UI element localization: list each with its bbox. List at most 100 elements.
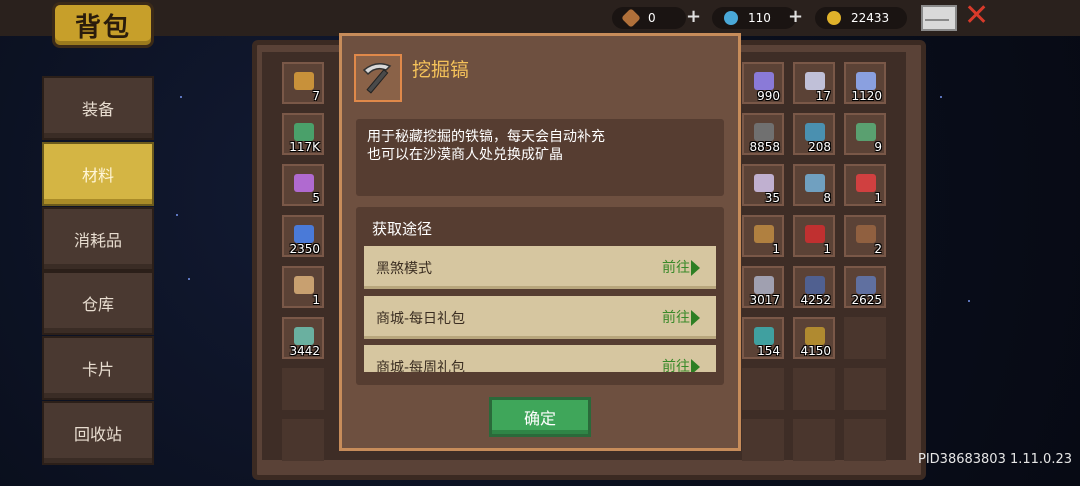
pickaxe-icon bbox=[362, 63, 392, 94]
star bbox=[176, 214, 178, 216]
item-name: 挖掘镐 bbox=[412, 59, 470, 81]
item-icon bbox=[754, 225, 774, 243]
inventory-slot[interactable]: 1 bbox=[844, 164, 886, 206]
item-icon bbox=[294, 276, 314, 294]
inventory-slot-empty[interactable] bbox=[844, 317, 886, 359]
blue-gem-icon bbox=[724, 11, 738, 25]
resource-gold: 22433 bbox=[815, 7, 907, 29]
item-count: 2350 bbox=[289, 242, 320, 256]
item-icon bbox=[805, 276, 825, 294]
arrow-right-icon bbox=[691, 260, 700, 276]
inventory-slot-empty[interactable] bbox=[844, 419, 886, 461]
inventory-slot[interactable]: 3017 bbox=[742, 266, 784, 308]
item-count: 208 bbox=[808, 140, 831, 154]
star bbox=[188, 278, 190, 280]
inventory-slot-empty[interactable] bbox=[793, 368, 835, 410]
item-icon bbox=[805, 123, 825, 141]
inventory-slot[interactable]: 7 bbox=[282, 62, 324, 104]
close-icon[interactable]: ✕ bbox=[964, 1, 989, 31]
sidebar-item-label: 消耗品 bbox=[73, 231, 122, 250]
inventory-slot[interactable]: 154 bbox=[742, 317, 784, 359]
item-icon bbox=[754, 174, 774, 192]
item-icon bbox=[856, 123, 876, 141]
inventory-slot[interactable]: 8 bbox=[793, 164, 835, 206]
item-icon bbox=[856, 72, 876, 90]
inventory-slot[interactable]: 990 bbox=[742, 62, 784, 104]
item-count: 2 bbox=[874, 242, 882, 256]
inventory-slot[interactable]: 9 bbox=[844, 113, 886, 155]
inventory-slot-empty[interactable] bbox=[844, 368, 886, 410]
inventory-slot[interactable]: 208 bbox=[793, 113, 835, 155]
inventory-slot[interactable]: 1120 bbox=[844, 62, 886, 104]
inventory-slot[interactable]: 3442 bbox=[282, 317, 324, 359]
description-line: 也可以在沙漠商人处兑换成矿晶 bbox=[367, 147, 563, 163]
item-icon bbox=[294, 174, 314, 192]
sidebar-item-consumables[interactable]: 消耗品 bbox=[42, 207, 154, 271]
inventory-slot[interactable]: 1 bbox=[742, 215, 784, 257]
item-count: 5 bbox=[312, 191, 320, 205]
way-go-label[interactable]: 前往 bbox=[662, 356, 690, 372]
inventory-slot[interactable]: 1 bbox=[282, 266, 324, 308]
inventory-slot[interactable]: 2350 bbox=[282, 215, 324, 257]
acquire-ways-list[interactable]: 黑煞模式 前往 商城-每日礼包 前往 商城-每周礼包 前往 bbox=[364, 246, 716, 372]
sidebar-item-recycle-bin[interactable]: 回收站 bbox=[42, 401, 154, 465]
item-icon bbox=[856, 174, 876, 192]
inventory-slot[interactable]: 17 bbox=[793, 62, 835, 104]
way-label: 商城-每周礼包 bbox=[376, 360, 466, 372]
item-icon bbox=[805, 72, 825, 90]
item-icon bbox=[294, 123, 314, 141]
leaf-icon bbox=[621, 8, 641, 28]
way-row-weekly-pack[interactable]: 商城-每周礼包 前往 bbox=[364, 345, 716, 372]
inventory-slot[interactable]: 35 bbox=[742, 164, 784, 206]
inventory-slot-empty[interactable] bbox=[793, 419, 835, 461]
page-title-text: 背包 bbox=[74, 12, 131, 43]
item-count: 35 bbox=[764, 191, 780, 205]
inventory-slot[interactable]: 2625 bbox=[844, 266, 886, 308]
add-gem-button[interactable]: + bbox=[788, 6, 803, 27]
item-icon bbox=[856, 276, 876, 294]
item-count: 7 bbox=[312, 89, 320, 103]
inventory-slot[interactable]: 117K bbox=[282, 113, 324, 155]
item-count: 117K bbox=[289, 140, 320, 154]
item-count: 154 bbox=[757, 344, 780, 358]
item-icon bbox=[754, 276, 774, 294]
item-count: 8 bbox=[823, 191, 831, 205]
sidebar-item-label: 材料 bbox=[81, 166, 114, 185]
item-count: 2625 bbox=[851, 293, 882, 307]
sidebar-item-materials[interactable]: 材料 bbox=[42, 142, 154, 206]
inventory-slot[interactable]: 5 bbox=[282, 164, 324, 206]
inventory-slot-empty[interactable] bbox=[282, 368, 324, 410]
inventory-slot[interactable]: 8858 bbox=[742, 113, 784, 155]
item-count: 1 bbox=[312, 293, 320, 307]
way-row-black-mode[interactable]: 黑煞模式 前往 bbox=[364, 246, 716, 289]
item-count: 1 bbox=[874, 191, 882, 205]
mail-icon[interactable] bbox=[921, 5, 957, 31]
sidebar-item-warehouse[interactable]: 仓库 bbox=[42, 271, 154, 335]
sidebar-item-cards[interactable]: 卡片 bbox=[42, 336, 154, 400]
inventory-slot[interactable]: 2 bbox=[844, 215, 886, 257]
inventory-slot-empty[interactable] bbox=[742, 419, 784, 461]
star bbox=[968, 300, 970, 302]
way-go-label[interactable]: 前往 bbox=[662, 307, 690, 327]
item-description: 用于秘藏挖掘的铁镐，每天会自动补充 也可以在沙漠商人处兑换成矿晶 bbox=[356, 119, 724, 196]
sidebar-item-equipment[interactable]: 装备 bbox=[42, 76, 154, 140]
inventory-slot[interactable]: 1 bbox=[793, 215, 835, 257]
way-go-label[interactable]: 前往 bbox=[662, 257, 690, 277]
item-icon bbox=[294, 327, 314, 345]
item-icon-frame bbox=[354, 54, 402, 102]
resource-leaf: 0 bbox=[612, 7, 686, 29]
inventory-slot[interactable]: 4252 bbox=[793, 266, 835, 308]
inventory-slot[interactable]: 4150 bbox=[793, 317, 835, 359]
confirm-button-label: 确定 bbox=[523, 409, 556, 428]
inventory-slot-empty[interactable] bbox=[282, 419, 324, 461]
way-row-daily-pack[interactable]: 商城-每日礼包 前往 bbox=[364, 296, 716, 339]
item-count: 3017 bbox=[749, 293, 780, 307]
sidebar-item-label: 装备 bbox=[81, 100, 114, 119]
confirm-button[interactable]: 确定 bbox=[489, 397, 591, 437]
add-leaf-button[interactable]: + bbox=[686, 6, 701, 27]
item-icon bbox=[294, 72, 314, 90]
star bbox=[180, 96, 182, 98]
item-count: 1 bbox=[772, 242, 780, 256]
inventory-slot-empty[interactable] bbox=[742, 368, 784, 410]
arrow-right-icon bbox=[691, 359, 700, 372]
